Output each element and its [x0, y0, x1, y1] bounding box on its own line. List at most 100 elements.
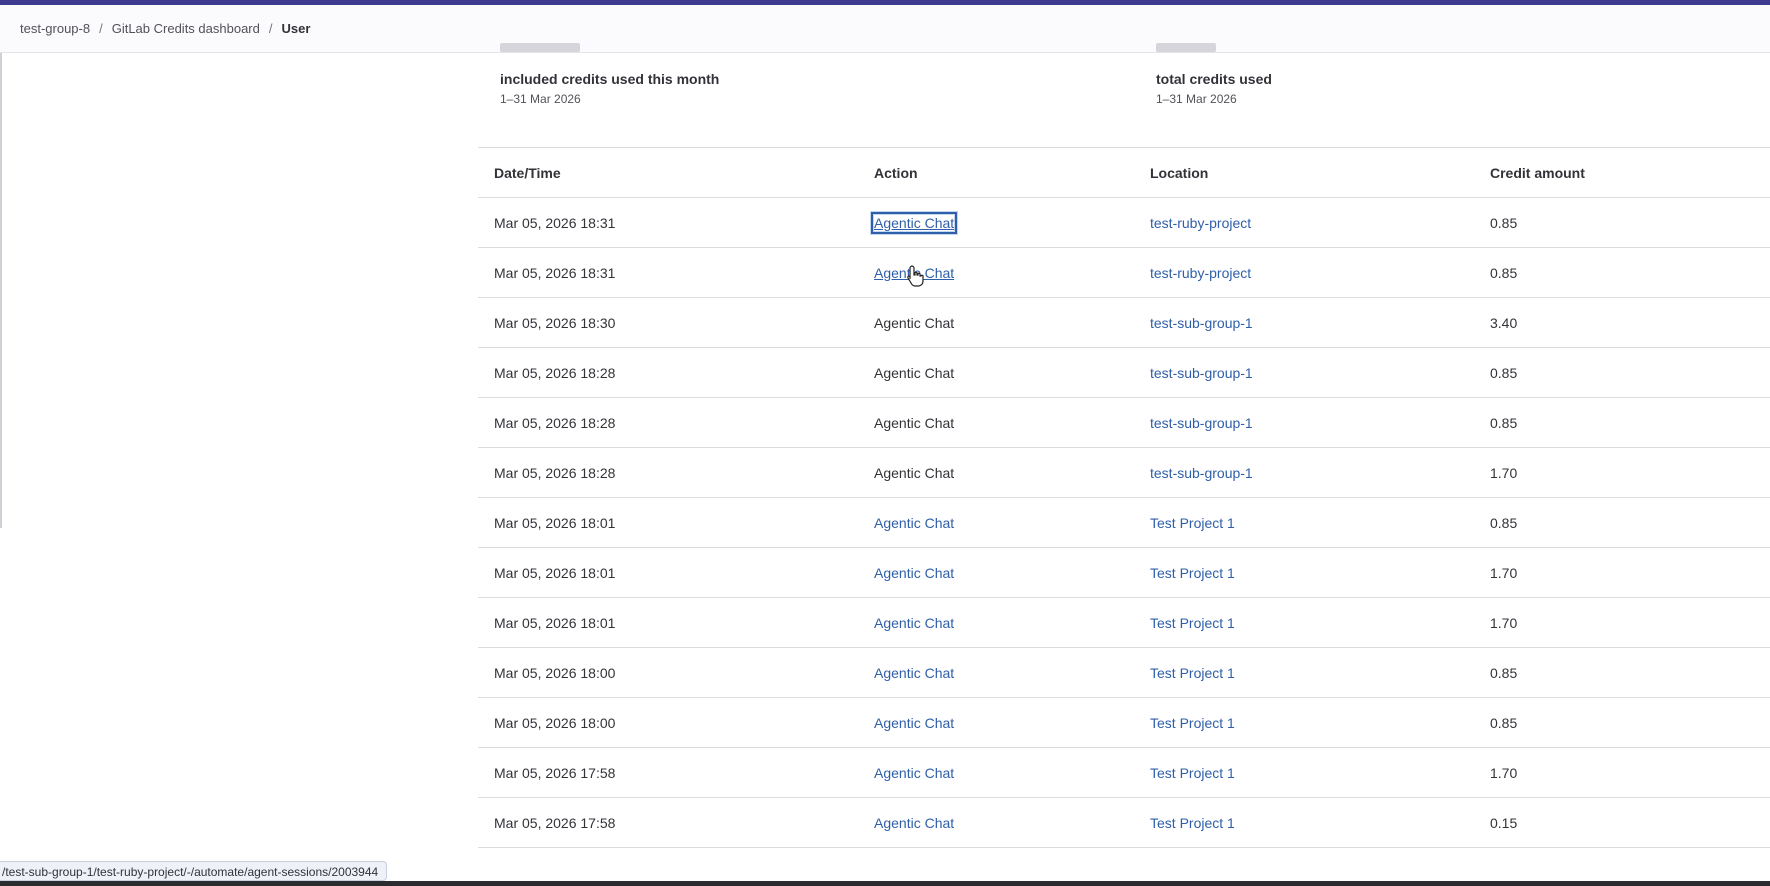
table-row: Mar 05, 2026 18:28 Agentic Chat test-sub-g… [478, 347, 1770, 398]
location-link[interactable]: Test Project 1 [1150, 515, 1235, 531]
cell-credit-amount: 0.85 [1474, 497, 1770, 548]
credits-usage-table: Date/Time Action Location Credit amount … [478, 147, 1770, 848]
cell-date: Mar 05, 2026 18:31 [478, 247, 858, 298]
cell-action: Agentic Chat [858, 247, 1134, 298]
cell-action: Agentic Chat [858, 297, 1134, 348]
action-text: Agentic Chat [874, 414, 955, 431]
cell-date: Mar 05, 2026 18:30 [478, 297, 858, 348]
location-link[interactable]: test-sub-group-1 [1150, 315, 1253, 331]
sidebar-edge [0, 53, 2, 528]
location-link[interactable]: Test Project 1 [1150, 615, 1235, 631]
cell-location: test-sub-group-1 [1134, 447, 1474, 498]
cell-credit-amount: 1.70 [1474, 547, 1770, 598]
cell-location: Test Project 1 [1134, 797, 1474, 848]
table-row: Mar 05, 2026 17:58 Agentic Chat Test Proje… [478, 747, 1770, 798]
location-link[interactable]: test-sub-group-1 [1150, 365, 1253, 381]
action-link[interactable]: Agentic Chat [874, 715, 954, 731]
location-link[interactable]: Test Project 1 [1150, 665, 1235, 681]
action-link[interactable]: Agentic Chat [874, 815, 954, 831]
total-credits-period: 1–31 Mar 2026 [1156, 92, 1237, 106]
location-link[interactable]: test-ruby-project [1150, 265, 1251, 281]
cell-date: Mar 05, 2026 17:58 [478, 747, 858, 798]
cell-credit-amount: 0.85 [1474, 197, 1770, 248]
cell-credit-amount: 0.85 [1474, 647, 1770, 698]
table-row: Mar 05, 2026 18:31 Agentic Chat test-ruby-… [478, 247, 1770, 298]
table-row: Mar 05, 2026 18:01 Agentic Chat Test Proje… [478, 597, 1770, 648]
location-link[interactable]: test-sub-group-1 [1150, 465, 1253, 481]
location-link[interactable]: test-ruby-project [1150, 215, 1251, 231]
table-row: Mar 05, 2026 18:30 Agentic Chat test-sub-g… [478, 297, 1770, 348]
included-credits-summary: included credits used this month 1–31 Ma… [500, 71, 719, 106]
total-credits-summary: total credits used 1–31 Mar 2026 [1156, 71, 1272, 106]
action-text: Agentic Chat [874, 464, 955, 481]
cell-date: Mar 05, 2026 18:28 [478, 347, 858, 398]
location-link[interactable]: Test Project 1 [1150, 765, 1235, 781]
breadcrumb-separator: / [99, 21, 103, 36]
action-link[interactable]: Agentic Chat [874, 565, 954, 581]
cell-action: Agentic Chat [858, 447, 1134, 498]
action-link[interactable]: Agentic Chat [870, 211, 958, 234]
cell-date: Mar 05, 2026 18:01 [478, 597, 858, 648]
cell-location: test-sub-group-1 [1134, 297, 1474, 348]
cell-location: Test Project 1 [1134, 497, 1474, 548]
cell-date: Mar 05, 2026 18:31 [478, 197, 858, 248]
cell-location: Test Project 1 [1134, 547, 1474, 598]
cell-credit-amount: 0.85 [1474, 347, 1770, 398]
location-link[interactable]: test-sub-group-1 [1150, 415, 1253, 431]
cell-action: Agentic Chat [858, 697, 1134, 748]
action-link[interactable]: Agentic Chat [874, 515, 954, 531]
breadcrumb-current-user: User [281, 21, 311, 36]
cell-location: test-sub-group-1 [1134, 347, 1474, 398]
credits-usage-table-container: Date/Time Action Location Credit amount … [478, 147, 1770, 848]
cell-location: test-sub-group-1 [1134, 397, 1474, 448]
table-row: Mar 05, 2026 18:28 Agentic Chat test-sub-g… [478, 447, 1770, 498]
breadcrumb: test-group-8 / GitLab Credits dashboard … [0, 5, 1770, 53]
column-header-action: Action [858, 147, 1134, 198]
cell-action: Agentic Chat [858, 747, 1134, 798]
cell-credit-amount: 0.15 [1474, 797, 1770, 848]
table-row: Mar 05, 2026 17:58 Agentic Chat Test Proje… [478, 797, 1770, 848]
action-text: Agentic Chat [874, 314, 955, 331]
window-bottom-edge [0, 881, 1770, 886]
cell-location: Test Project 1 [1134, 697, 1474, 748]
cell-date: Mar 05, 2026 18:00 [478, 647, 858, 698]
action-link[interactable]: Agentic Chat [874, 615, 954, 631]
cell-action: Agentic Chat [858, 397, 1134, 448]
column-header-location: Location [1134, 147, 1474, 198]
cell-action: Agentic Chat [858, 197, 1134, 248]
cell-credit-amount: 0.85 [1474, 247, 1770, 298]
cell-date: Mar 05, 2026 18:28 [478, 447, 858, 498]
cell-location: Test Project 1 [1134, 647, 1474, 698]
table-row: Mar 05, 2026 18:00 Agentic Chat Test Proje… [478, 647, 1770, 698]
action-link[interactable]: Agentic Chat [874, 665, 954, 681]
included-credits-label: included credits used this month [500, 71, 720, 87]
cell-location: test-ruby-project [1134, 247, 1474, 298]
cell-credit-amount: 1.70 [1474, 747, 1770, 798]
table-body: Mar 05, 2026 18:31 Agentic Chat test-ruby-… [478, 197, 1770, 848]
location-link[interactable]: Test Project 1 [1150, 815, 1235, 831]
table-row: Mar 05, 2026 18:01 Agentic Chat Test Proje… [478, 547, 1770, 598]
cell-date: Mar 05, 2026 18:01 [478, 547, 858, 598]
location-link[interactable]: Test Project 1 [1150, 715, 1235, 731]
cell-action: Agentic Chat [858, 497, 1134, 548]
column-header-date: Date/Time [478, 147, 858, 198]
cell-action: Agentic Chat [858, 347, 1134, 398]
cell-date: Mar 05, 2026 18:00 [478, 697, 858, 748]
breadcrumb-separator: / [268, 21, 273, 36]
breadcrumb-credits-dashboard[interactable]: GitLab Credits dashboard [112, 21, 260, 36]
breadcrumb-group[interactable]: test-group-8 [20, 21, 90, 36]
action-link[interactable]: Agentic Chat [874, 765, 954, 781]
cell-action: Agentic Chat [858, 597, 1134, 648]
scrolled-off-value [500, 40, 580, 54]
cell-credit-amount: 3.40 [1474, 297, 1770, 348]
scrolled-off-value [1156, 40, 1216, 54]
cell-action: Agentic Chat [858, 797, 1134, 848]
cell-date: Mar 05, 2026 18:01 [478, 497, 858, 548]
included-credits-period: 1–31 Mar 2026 [500, 92, 581, 106]
cell-location: Test Project 1 [1134, 747, 1474, 798]
table-row: Mar 05, 2026 18:28 Agentic Chat test-sub-g… [478, 397, 1770, 448]
location-link[interactable]: Test Project 1 [1150, 565, 1235, 581]
cell-credit-amount: 1.70 [1474, 597, 1770, 648]
table-header-row: Date/Time Action Location Credit amount [478, 147, 1770, 198]
cell-date: Mar 05, 2026 18:28 [478, 397, 858, 448]
